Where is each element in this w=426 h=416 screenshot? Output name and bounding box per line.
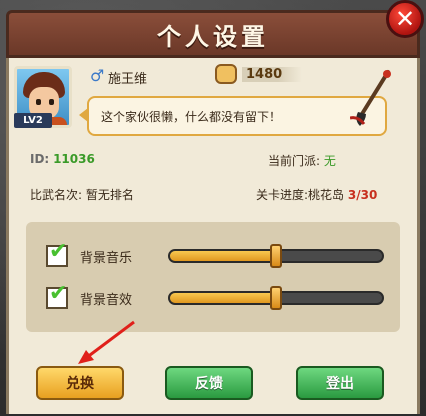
edit-brush-icon[interactable] bbox=[350, 68, 396, 128]
rank-value: 暂无排名 bbox=[85, 188, 134, 202]
music-volume-handle[interactable] bbox=[270, 244, 282, 268]
music-volume-slider[interactable] bbox=[168, 244, 384, 268]
music-label: 背景音乐 bbox=[80, 250, 133, 266]
sound-setting-row: ✔ 背景音效 bbox=[46, 281, 386, 312]
feedback-button[interactable]: 反馈 bbox=[165, 366, 253, 400]
progress-area: 桃花岛 bbox=[308, 188, 345, 202]
pointer-arrow-icon bbox=[78, 320, 135, 364]
close-button[interactable]: ✕ bbox=[386, 0, 424, 38]
male-gender-icon: ♂ bbox=[90, 66, 105, 85]
sound-volume-fill bbox=[170, 293, 276, 303]
faction-value: 无 bbox=[323, 154, 336, 168]
player-name: 施王维 bbox=[108, 72, 148, 87]
sound-volume-slider[interactable] bbox=[168, 286, 384, 310]
signature-box[interactable]: 这个家伙很懒，什么都没有留下！ bbox=[87, 96, 387, 136]
close-icon: ✕ bbox=[394, 5, 416, 33]
checkmark-icon: ✔ bbox=[49, 281, 68, 306]
id-value: 11036 bbox=[53, 152, 95, 166]
music-volume-fill bbox=[170, 251, 276, 261]
sound-volume-handle[interactable] bbox=[270, 286, 282, 310]
music-setting-row: ✔ 背景音乐 bbox=[46, 239, 386, 270]
combat-power-value: 1480 bbox=[242, 67, 303, 82]
id-row: ID: 11036 bbox=[30, 152, 95, 166]
progress-label: 关卡进度: bbox=[256, 188, 309, 202]
settings-dialog: 个人设置 ✕ LV2 ♂ 施王维 1480 这个家伙很懒，什么都没有留下！ ID… bbox=[0, 0, 426, 416]
progress-row: 关卡进度:桃花岛 3/30 bbox=[256, 186, 377, 203]
rank-row: 比武名次: 暂无排名 bbox=[30, 186, 134, 203]
logout-button[interactable]: 登出 bbox=[296, 366, 384, 400]
checkmark-icon: ✔ bbox=[49, 239, 68, 264]
faction-label: 当前门派: bbox=[268, 154, 321, 168]
music-checkbox[interactable]: ✔ bbox=[46, 239, 68, 267]
sound-label: 背景音效 bbox=[80, 292, 133, 308]
dialog-title: 个人设置 bbox=[157, 22, 269, 51]
avatar-eye-right bbox=[49, 99, 54, 105]
avatar-eye-left bbox=[36, 99, 41, 105]
id-label: ID: bbox=[30, 152, 50, 166]
progress-value: 3/30 bbox=[347, 188, 378, 202]
audio-settings-panel: ✔ 背景音乐 ✔ 背景音效 bbox=[26, 222, 400, 332]
fist-power-icon bbox=[215, 64, 237, 84]
sound-checkbox[interactable]: ✔ bbox=[46, 281, 68, 309]
level-badge: LV2 bbox=[14, 113, 52, 128]
signature-text: 这个家伙很懒，什么都没有留下！ bbox=[101, 109, 282, 124]
rank-label: 比武名次: bbox=[30, 188, 83, 202]
title-bar: 个人设置 bbox=[6, 10, 420, 58]
exchange-button[interactable]: 兑换 bbox=[36, 366, 124, 400]
faction-row: 当前门派: 无 bbox=[268, 152, 336, 169]
